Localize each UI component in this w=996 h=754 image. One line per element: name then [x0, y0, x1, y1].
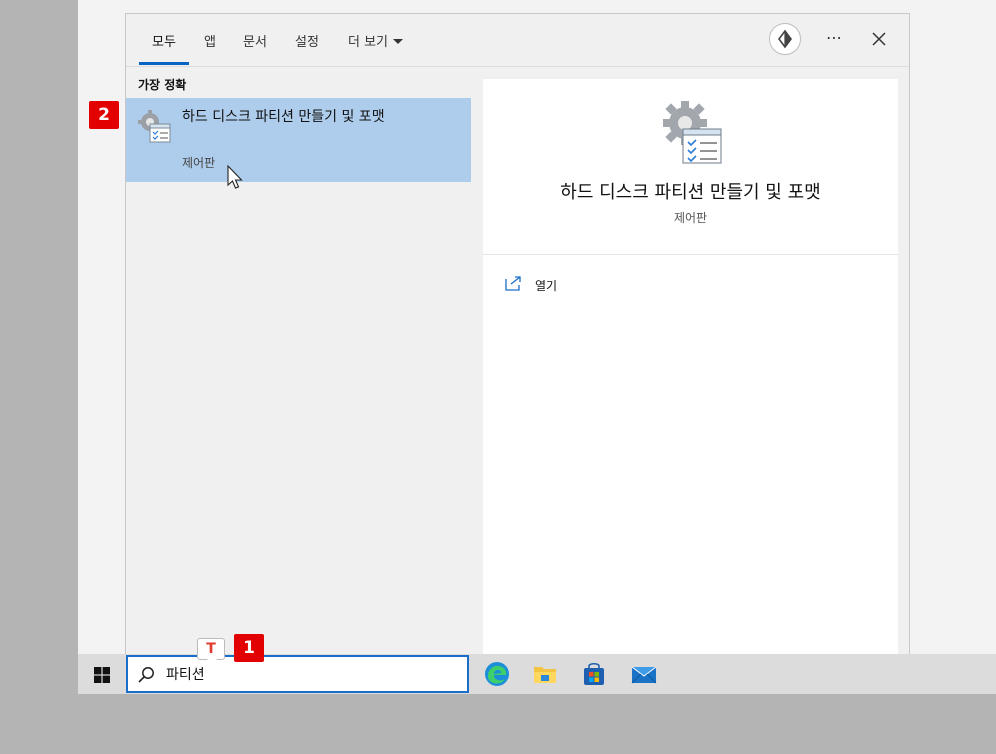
- mail-icon[interactable]: [631, 661, 657, 687]
- file-explorer-icon[interactable]: [532, 661, 558, 687]
- search-panel: 모두 앱 문서 설정 더 보기 ⋯ 가장 정확 하드 디스크 파티션 만들기 및…: [125, 13, 910, 655]
- tab-documents[interactable]: 문서: [243, 31, 267, 50]
- preview-title: 하드 디스크 파티션 만들기 및 포맷: [560, 182, 821, 203]
- step-badge-2: 2: [89, 101, 119, 129]
- best-match-heading: 가장 정확: [138, 78, 187, 92]
- best-match-title: 하드 디스크 파티션 만들기 및 포맷: [182, 109, 385, 125]
- step-badge-1: 1: [234, 634, 264, 662]
- chevron-down-icon: [393, 39, 404, 44]
- open-label: 열기: [535, 279, 558, 293]
- tab-bar: 모두 앱 문서 설정 더 보기 ⋯: [126, 14, 909, 67]
- control-panel-icon: [138, 110, 172, 144]
- control-panel-large-icon: [663, 101, 723, 165]
- desktop-background: [0, 0, 78, 754]
- tab-apps[interactable]: 앱: [204, 31, 216, 50]
- active-tab-indicator: [139, 62, 189, 65]
- tab-settings[interactable]: 설정: [295, 31, 319, 50]
- preview-subtitle: 제어판: [673, 211, 708, 225]
- ime-indicator: T: [197, 638, 225, 665]
- search-icon: [137, 666, 155, 684]
- edge-icon[interactable]: [484, 661, 510, 687]
- store-icon[interactable]: [581, 661, 607, 687]
- best-match-subtitle: 제어판: [182, 156, 216, 170]
- tab-more-label: 더 보기: [348, 35, 389, 50]
- tab-more[interactable]: 더 보기: [348, 31, 404, 50]
- close-icon[interactable]: [868, 28, 890, 50]
- best-match-item[interactable]: 하드 디스크 파티션 만들기 및 포맷 제어판: [126, 98, 471, 182]
- taskbar-search-box[interactable]: [126, 655, 469, 693]
- windows-start-icon[interactable]: [94, 667, 110, 683]
- divider: [483, 254, 898, 255]
- preview-pane: 하드 디스크 파티션 만들기 및 포맷 제어판 열기: [483, 79, 898, 655]
- user-avatar-icon[interactable]: [769, 23, 801, 55]
- more-icon[interactable]: ⋯: [826, 28, 843, 47]
- open-icon: [505, 275, 523, 291]
- mouse-cursor-icon: [226, 164, 244, 191]
- search-input[interactable]: [166, 666, 446, 682]
- desktop-background-bottom: [78, 694, 996, 754]
- tab-all[interactable]: 모두: [152, 31, 176, 50]
